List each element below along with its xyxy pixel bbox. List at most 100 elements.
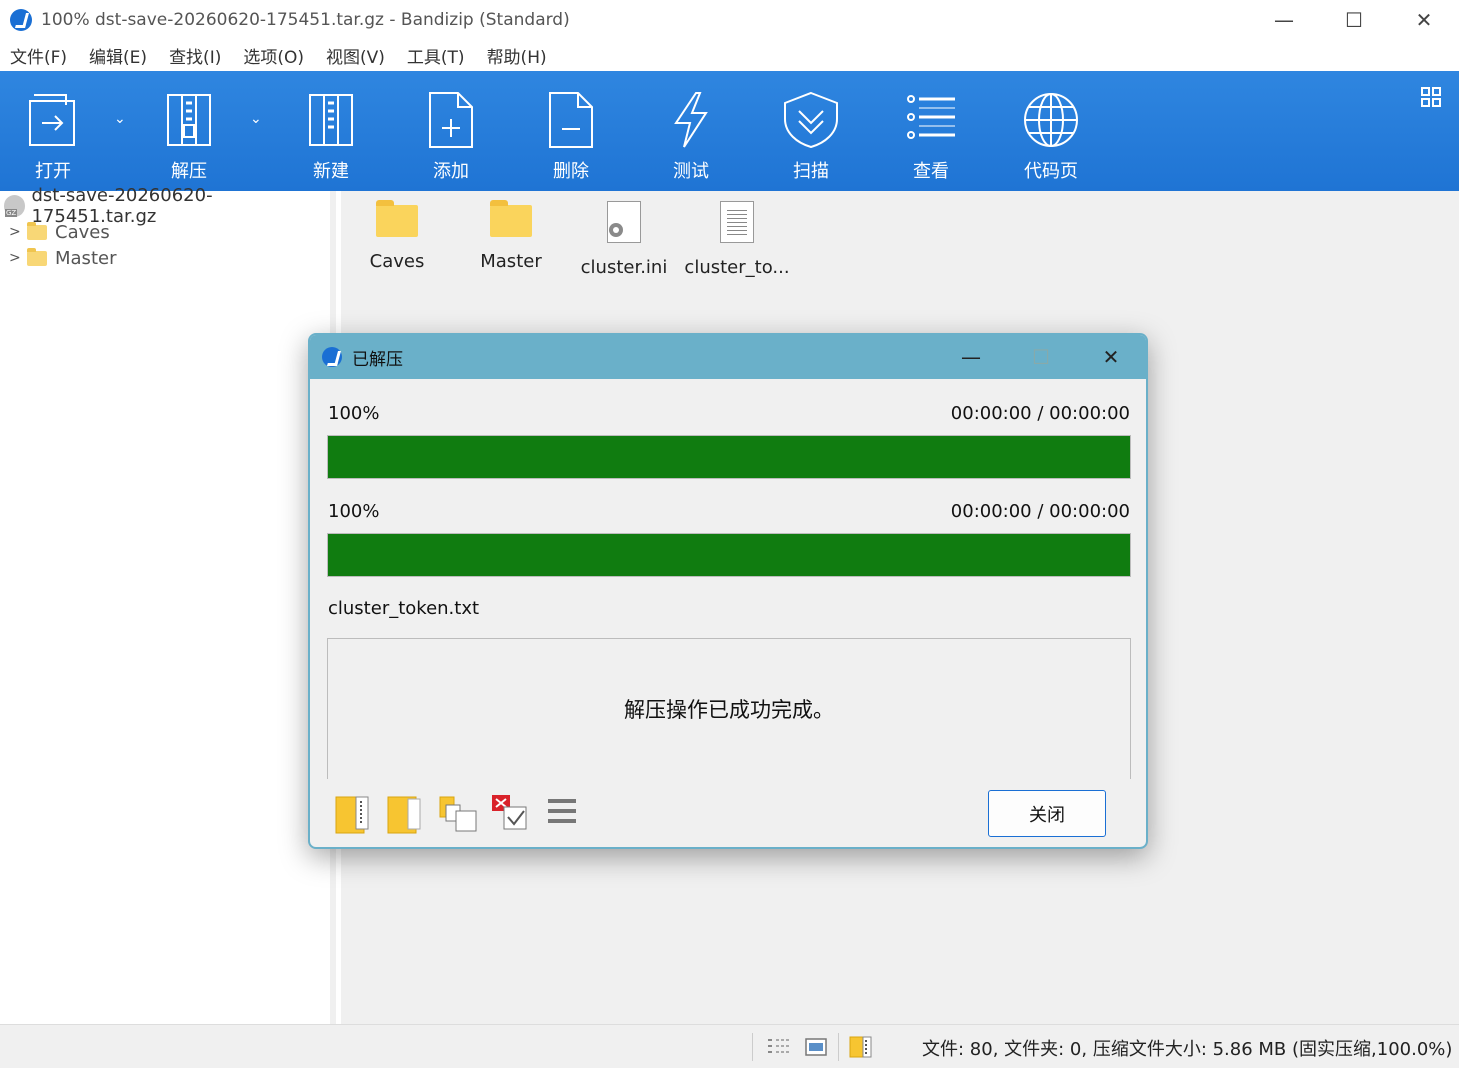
folder-icon xyxy=(27,247,47,266)
open-button[interactable]: 打开 xyxy=(3,71,103,191)
dialog-title-bar: 已解压 — ☐ ✕ xyxy=(310,335,1146,379)
view-button[interactable]: 查看 xyxy=(881,71,981,191)
title-bar: 100% dst-save-20260620-175451.tar.gz - B… xyxy=(0,0,1459,40)
status-summary: 文件: 80, 文件夹: 0, 压缩文件大小: 5.86 MB (固实压缩,10… xyxy=(922,1039,1453,1060)
tree-item-label: Master xyxy=(55,247,117,269)
new-button[interactable]: 新建 xyxy=(281,71,381,191)
scan-button[interactable]: 扫描 xyxy=(761,71,861,191)
folder-icon xyxy=(27,221,47,240)
menu-find[interactable]: 查找(I) xyxy=(169,43,221,68)
delete-label: 删除 xyxy=(553,161,589,182)
file-item-cluster-token[interactable]: cluster_to... xyxy=(682,197,792,278)
chevron-right-icon[interactable]: > xyxy=(9,224,21,240)
open-folder-icon[interactable] xyxy=(386,793,426,835)
extract-label: 解压 xyxy=(171,161,207,182)
tree-item-label: Caves xyxy=(55,221,110,243)
file-item-cluster-ini[interactable]: cluster.ini xyxy=(569,197,679,278)
tree-root[interactable]: dst-save-20260620-175451.tar.gz xyxy=(0,185,330,227)
close-window-button[interactable]: ✕ xyxy=(1389,0,1459,40)
chevron-right-icon[interactable]: > xyxy=(9,250,21,266)
file-progress-bar xyxy=(327,435,1131,479)
thumbnail-view-icon[interactable] xyxy=(805,1038,827,1056)
tree-item-master[interactable]: > Master xyxy=(0,245,116,271)
window-title: 100% dst-save-20260620-175451.tar.gz - B… xyxy=(41,10,570,30)
delete-button[interactable]: 删除 xyxy=(521,71,621,191)
file-progress-time: 00:00:00 / 00:00:00 xyxy=(950,403,1130,424)
dialog-minimize-button[interactable]: — xyxy=(936,335,1006,379)
folder-tree: dst-save-20260620-175451.tar.gz > Caves … xyxy=(0,185,336,1024)
total-progress-fill xyxy=(328,534,1130,576)
menu-icon[interactable] xyxy=(542,793,582,835)
test-button[interactable]: 测试 xyxy=(641,71,741,191)
bandizip-logo-icon xyxy=(10,9,32,31)
file-item-caves[interactable]: Caves xyxy=(342,197,452,272)
text-file-icon xyxy=(720,201,754,243)
folder-icon xyxy=(376,200,418,237)
archive-icon xyxy=(4,195,26,217)
folder-icon xyxy=(490,200,532,237)
total-progress-percent: 100% xyxy=(328,501,380,522)
file-name: Master xyxy=(480,251,542,272)
file-progress-fill xyxy=(328,436,1130,478)
file-name: cluster.ini xyxy=(580,257,668,278)
menu-file[interactable]: 文件(F) xyxy=(10,43,67,68)
bandizip-logo-icon xyxy=(322,347,342,367)
tree-item-caves[interactable]: > Caves xyxy=(0,219,110,245)
new-archive-icon xyxy=(309,94,353,146)
menu-options[interactable]: 选项(O) xyxy=(243,43,304,68)
menu-help[interactable]: 帮助(H) xyxy=(487,43,547,68)
dialog-action-icons xyxy=(334,793,594,835)
archive-info-icon[interactable] xyxy=(849,1035,875,1059)
globe-icon xyxy=(1024,93,1078,147)
shield-icon xyxy=(784,91,838,149)
current-file-name: cluster_token.txt xyxy=(328,598,480,619)
open-label: 打开 xyxy=(35,161,71,182)
details-view-icon[interactable] xyxy=(766,1037,792,1057)
open-icon xyxy=(29,94,75,146)
view-label: 查看 xyxy=(913,161,949,182)
result-message: 解压操作已成功完成。 xyxy=(624,698,834,722)
extract-button[interactable]: 解压 xyxy=(139,71,239,191)
extract-dropdown-icon[interactable]: ⌄ xyxy=(250,111,262,127)
window-controls: — ☐ ✕ xyxy=(1249,0,1459,40)
file-item-master[interactable]: Master xyxy=(456,197,566,272)
list-view-icon xyxy=(907,95,955,139)
file-name: Caves xyxy=(369,251,425,272)
file-name: cluster_to... xyxy=(684,257,790,278)
dialog-controls: — ☐ ✕ xyxy=(936,335,1146,379)
add-button[interactable]: 添加 xyxy=(401,71,501,191)
maximize-button[interactable]: ☐ xyxy=(1319,0,1389,40)
lightning-icon xyxy=(674,92,708,148)
delete-file-icon xyxy=(549,92,593,148)
config-file-icon xyxy=(607,201,641,243)
codepage-label: 代码页 xyxy=(1024,161,1078,182)
codepage-button[interactable]: 代码页 xyxy=(1001,71,1101,191)
total-progress-time: 00:00:00 / 00:00:00 xyxy=(950,501,1130,522)
open-folder-archive-icon[interactable] xyxy=(334,793,374,835)
add-label: 添加 xyxy=(433,161,469,182)
status-bar: 文件: 80, 文件夹: 0, 压缩文件大小: 5.86 MB (固实压缩,10… xyxy=(0,1024,1459,1068)
menu-view[interactable]: 视图(V) xyxy=(326,43,385,68)
close-dialog-button[interactable]: 关闭 xyxy=(988,790,1106,837)
divider xyxy=(838,1033,839,1061)
extract-complete-dialog: 已解压 — ☐ ✕ 100% 00:00:00 / 00:00:00 100% … xyxy=(308,333,1148,849)
delete-archive-check-icon[interactable] xyxy=(490,793,530,835)
scan-label: 扫描 xyxy=(793,161,829,182)
test-label: 测试 xyxy=(673,161,709,182)
menu-tools[interactable]: 工具(T) xyxy=(407,43,465,68)
divider xyxy=(752,1033,753,1061)
copy-path-icon[interactable] xyxy=(438,793,478,835)
result-message-box: 解压操作已成功完成。 xyxy=(327,638,1131,779)
new-label: 新建 xyxy=(313,161,349,182)
extract-icon xyxy=(167,94,211,146)
layout-icon[interactable] xyxy=(1421,87,1441,107)
dialog-title: 已解压 xyxy=(352,349,403,370)
menu-edit[interactable]: 编辑(E) xyxy=(89,43,147,68)
dialog-close-x-button[interactable]: ✕ xyxy=(1076,335,1146,379)
minimize-button[interactable]: — xyxy=(1249,0,1319,40)
file-progress-percent: 100% xyxy=(328,403,380,424)
total-progress-bar xyxy=(327,533,1131,577)
dialog-maximize-button: ☐ xyxy=(1032,345,1050,369)
add-file-icon xyxy=(429,92,473,148)
open-dropdown-icon[interactable]: ⌄ xyxy=(114,111,126,127)
